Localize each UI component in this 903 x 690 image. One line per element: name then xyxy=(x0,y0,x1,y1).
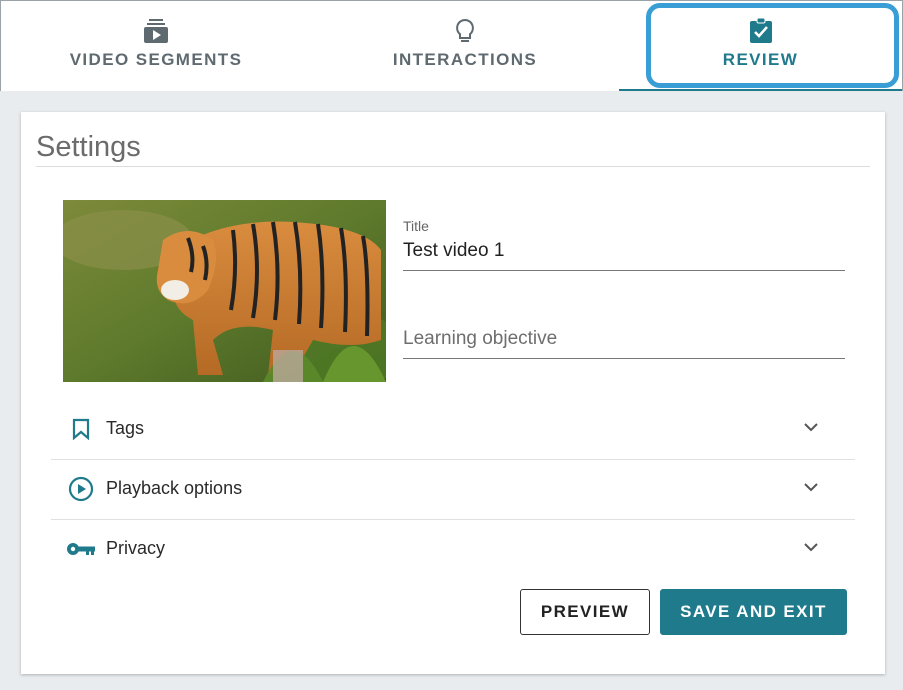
accordion-privacy[interactable]: Privacy xyxy=(51,519,855,578)
step-tab-bar: VIDEO SEGMENTS INTERACTIONS REVIEW xyxy=(0,0,903,91)
title-divider xyxy=(36,166,870,167)
play-circle-icon xyxy=(66,476,96,502)
tab-interactions[interactable]: INTERACTIONS xyxy=(311,1,619,91)
chevron-down-icon[interactable] xyxy=(803,419,819,437)
tab-review[interactable]: REVIEW xyxy=(619,1,902,91)
preview-button[interactable]: PREVIEW xyxy=(520,589,650,635)
page-title: Settings xyxy=(36,131,141,163)
save-and-exit-button[interactable]: SAVE AND EXIT xyxy=(660,589,847,635)
title-field[interactable]: Test video 1 xyxy=(403,240,504,262)
title-field-label: Title xyxy=(403,218,429,234)
key-icon xyxy=(66,541,96,557)
tab-label: REVIEW xyxy=(722,50,799,69)
accordion-playback-options[interactable]: Playback options xyxy=(51,459,855,518)
accordion-label: Privacy xyxy=(106,538,166,558)
learning-objective-field[interactable]: Learning objective xyxy=(403,328,557,350)
learning-objective-underline xyxy=(403,358,845,359)
settings-card: Settings Title Test video 1 Learning obj… xyxy=(21,112,885,674)
clipboard-check-icon xyxy=(749,18,773,44)
bookmark-icon xyxy=(66,418,96,440)
accordion-label: Playback options xyxy=(106,478,243,498)
chevron-down-icon[interactable] xyxy=(803,539,819,557)
video-thumbnail[interactable] xyxy=(63,200,386,382)
video-stack-icon xyxy=(143,18,169,44)
tab-video-segments[interactable]: VIDEO SEGMENTS xyxy=(1,1,311,91)
accordion-tags[interactable]: Tags xyxy=(51,399,855,458)
lightbulb-icon xyxy=(454,18,476,44)
accordion-label: Tags xyxy=(106,418,145,438)
title-field-underline xyxy=(403,270,845,271)
chevron-down-icon[interactable] xyxy=(803,479,819,497)
tab-label: INTERACTIONS xyxy=(392,50,538,69)
tab-label: VIDEO SEGMENTS xyxy=(69,50,243,69)
